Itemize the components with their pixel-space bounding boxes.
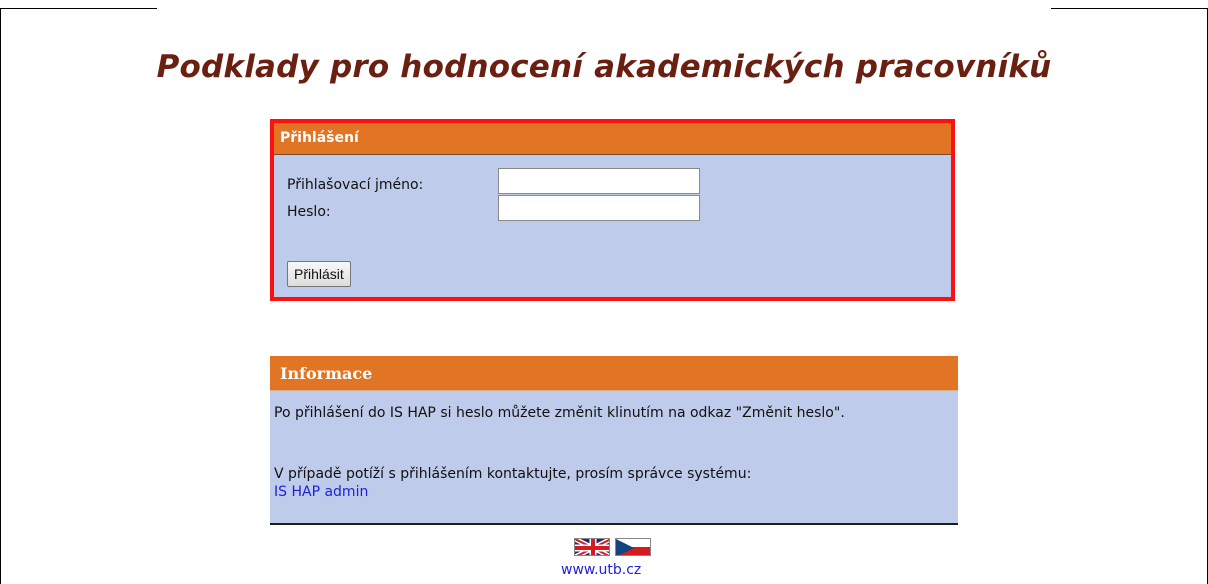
top-border-left xyxy=(0,8,157,9)
czech-flag-triangle xyxy=(616,539,634,555)
english-flag-icon[interactable] xyxy=(574,538,610,556)
support-contact-info: V případě potíží s přihlášením kontaktuj… xyxy=(274,466,752,482)
language-switcher xyxy=(574,538,654,556)
page-title: Podklady pro hodnocení akademických prac… xyxy=(156,48,1052,85)
top-border-right xyxy=(1051,8,1208,9)
password-input[interactable] xyxy=(498,195,700,221)
password-label: Heslo: xyxy=(287,204,331,220)
login-page: Podklady pro hodnocení akademických prac… xyxy=(0,0,1208,584)
information-panel-header: Informace xyxy=(270,356,958,391)
password-change-info: Po přihlášení do IS HAP si heslo můžete … xyxy=(274,405,845,421)
username-input[interactable] xyxy=(498,168,700,194)
is-hap-admin-link[interactable]: IS HAP admin xyxy=(274,484,368,500)
utb-site-link[interactable]: www.utb.cz xyxy=(561,562,641,578)
login-button[interactable]: Přihlásit xyxy=(287,261,351,287)
left-border xyxy=(0,8,1,584)
login-panel-header: Přihlášení xyxy=(274,123,951,155)
login-panel: Přihlášení Přihlašovací jméno: Heslo: Př… xyxy=(270,119,955,301)
login-form: Přihlašovací jméno: Heslo: Přihlásit xyxy=(274,155,951,297)
information-panel: Informace Po přihlášení do IS HAP si hes… xyxy=(270,356,958,525)
uk-flag-svg xyxy=(575,539,609,555)
username-label: Přihlašovací jméno: xyxy=(287,177,424,193)
czech-flag-icon[interactable] xyxy=(615,538,651,556)
